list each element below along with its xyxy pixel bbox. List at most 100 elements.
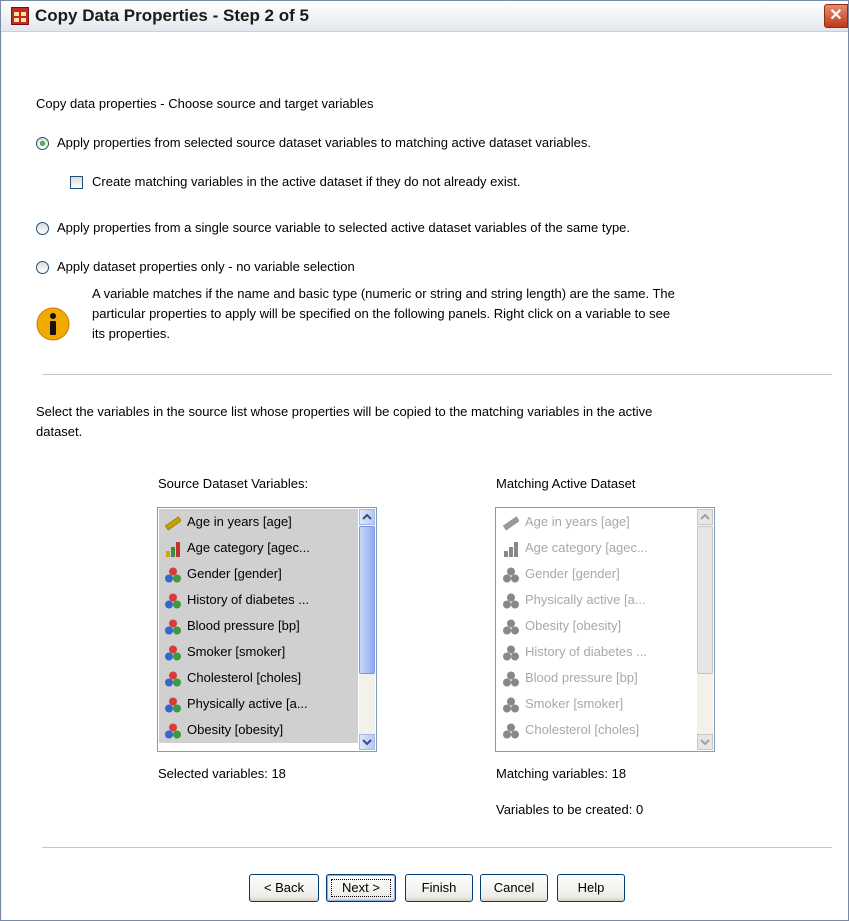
scroll-down-button bbox=[697, 734, 713, 750]
list-item-label: Age in years [age] bbox=[525, 514, 630, 529]
list-item[interactable]: Gender [gender] bbox=[159, 561, 358, 587]
info-line-2: particular properties to apply will be s… bbox=[92, 306, 671, 321]
source-list-label: Source Dataset Variables: bbox=[158, 476, 309, 491]
scroll-up-button[interactable] bbox=[359, 509, 375, 525]
nominal-icon bbox=[503, 670, 519, 687]
source-scrollbar[interactable] bbox=[359, 509, 375, 750]
nominal-icon bbox=[165, 592, 181, 609]
list-item[interactable]: Age in years [age] bbox=[159, 509, 358, 535]
list-item: Gender [gender] bbox=[497, 561, 696, 587]
scroll-thumb[interactable] bbox=[359, 526, 375, 674]
dialog-content: Copy data properties - Choose source and… bbox=[2, 32, 848, 920]
finish-button[interactable]: Finish bbox=[405, 874, 473, 902]
nominal-icon bbox=[165, 722, 181, 739]
list-item-label: Blood pressure [bp] bbox=[525, 670, 638, 685]
matching-count: Matching variables: 18 bbox=[496, 766, 627, 781]
checkbox-create-matching[interactable] bbox=[70, 176, 83, 189]
nominal-icon bbox=[165, 670, 181, 687]
app-grid-icon bbox=[11, 7, 29, 25]
list-item[interactable]: Physically active [a... bbox=[159, 691, 358, 717]
back-button[interactable]: < Back bbox=[249, 874, 319, 902]
arrow-up-icon bbox=[362, 513, 372, 520]
ordinal-icon bbox=[165, 540, 181, 557]
list-item: Blood pressure [bp] bbox=[497, 665, 696, 691]
ordinal-icon bbox=[503, 540, 519, 557]
nominal-icon bbox=[503, 618, 519, 635]
nominal-icon bbox=[503, 566, 519, 583]
list-item-label: Physically active [a... bbox=[187, 696, 308, 711]
list-item-label: Cholesterol [choles] bbox=[525, 722, 640, 737]
radio-apply-selected-label[interactable]: Apply properties from selected source da… bbox=[57, 135, 591, 150]
list-item[interactable]: Cholesterol [choles] bbox=[159, 665, 358, 691]
nominal-icon bbox=[503, 696, 519, 713]
arrow-up-icon bbox=[700, 513, 710, 520]
list-item: Age category [agec... bbox=[497, 535, 696, 561]
list-item-label: History of diabetes ... bbox=[187, 592, 310, 607]
list-item[interactable]: Obesity [obesity] bbox=[159, 717, 358, 743]
list-item: Cholesterol [choles] bbox=[497, 717, 696, 743]
created-count: Variables to be created: 0 bbox=[496, 802, 644, 817]
list-item[interactable]: Blood pressure [bp] bbox=[159, 613, 358, 639]
list-item: Physically active [a... bbox=[497, 587, 696, 613]
radio-apply-selected[interactable] bbox=[36, 137, 49, 150]
dialog-window: Copy Data Properties - Step 2 of 5 ✕ Cop… bbox=[0, 0, 849, 921]
list-item-label: Age in years [age] bbox=[187, 514, 292, 529]
scale-icon bbox=[164, 514, 182, 531]
list-item-label: Obesity [obesity] bbox=[525, 618, 622, 633]
info-line-1: A variable matches if the name and basic… bbox=[92, 286, 675, 301]
matching-list-label: Matching Active Dataset bbox=[496, 476, 636, 491]
list-item: History of diabetes ... bbox=[497, 639, 696, 665]
help-button[interactable]: Help bbox=[557, 874, 625, 902]
scroll-down-button[interactable] bbox=[359, 734, 375, 750]
radio-dataset-only-label[interactable]: Apply dataset properties only - no varia… bbox=[57, 259, 355, 274]
nominal-icon bbox=[165, 618, 181, 635]
separator-bottom bbox=[42, 847, 832, 848]
list-item-label: Age category [agec... bbox=[187, 540, 310, 555]
cancel-button[interactable]: Cancel bbox=[480, 874, 548, 902]
nominal-icon bbox=[165, 696, 181, 713]
list-item: Age in years [age] bbox=[497, 509, 696, 535]
next-button[interactable]: Next > bbox=[326, 874, 396, 902]
list-item: Obesity [obesity] bbox=[497, 613, 696, 639]
list-item-label: Gender [gender] bbox=[525, 566, 620, 581]
scale-icon bbox=[502, 514, 520, 531]
separator-top bbox=[42, 374, 832, 375]
info-icon bbox=[36, 307, 70, 341]
close-button[interactable]: ✕ bbox=[824, 4, 848, 28]
list-item-label: Gender [gender] bbox=[187, 566, 282, 581]
nominal-icon bbox=[165, 566, 181, 583]
scroll-up-button bbox=[697, 509, 713, 525]
radio-apply-single-label[interactable]: Apply properties from a single source va… bbox=[57, 220, 630, 235]
selected-count: Selected variables: 18 bbox=[158, 766, 286, 781]
nominal-icon bbox=[503, 644, 519, 661]
window-title: Copy Data Properties - Step 2 of 5 bbox=[35, 6, 309, 25]
list-item-label: Obesity [obesity] bbox=[187, 722, 284, 737]
nominal-icon bbox=[165, 644, 181, 661]
list-item-label: Smoker [smoker] bbox=[525, 696, 624, 711]
matching-variables-list: Age in years [age] Age category [agec... G… bbox=[495, 507, 715, 752]
instruction-line-1: Select the variables in the source list … bbox=[36, 404, 653, 419]
nominal-icon bbox=[503, 722, 519, 739]
list-item-label: History of diabetes ... bbox=[525, 644, 648, 659]
radio-dataset-only[interactable] bbox=[36, 261, 49, 274]
arrow-down-icon bbox=[362, 739, 372, 746]
list-item-label: Blood pressure [bp] bbox=[187, 618, 300, 633]
nominal-icon bbox=[503, 592, 519, 609]
list-item-label: Cholesterol [choles] bbox=[187, 670, 302, 685]
source-variables-list[interactable]: Age in years [age] Age category [agec... G… bbox=[157, 507, 377, 752]
list-item[interactable]: History of diabetes ... bbox=[159, 587, 358, 613]
list-item: Smoker [smoker] bbox=[497, 691, 696, 717]
instruction-line-2: dataset. bbox=[36, 424, 83, 439]
scroll-thumb bbox=[697, 526, 713, 674]
radio-apply-single[interactable] bbox=[36, 222, 49, 235]
list-item[interactable]: Smoker [smoker] bbox=[159, 639, 358, 665]
title-bar: Copy Data Properties - Step 2 of 5 ✕ bbox=[1, 1, 848, 32]
list-item-label: Smoker [smoker] bbox=[187, 644, 286, 659]
list-item-label: Age category [agec... bbox=[525, 540, 648, 555]
matching-scrollbar bbox=[697, 509, 713, 750]
list-item[interactable]: Age category [agec... bbox=[159, 535, 358, 561]
list-item-label: Physically active [a... bbox=[525, 592, 646, 607]
info-line-3: its properties. bbox=[92, 326, 171, 341]
step-heading: Copy data properties - Choose source and… bbox=[36, 96, 374, 111]
checkbox-create-matching-label[interactable]: Create matching variables in the active … bbox=[92, 174, 521, 189]
